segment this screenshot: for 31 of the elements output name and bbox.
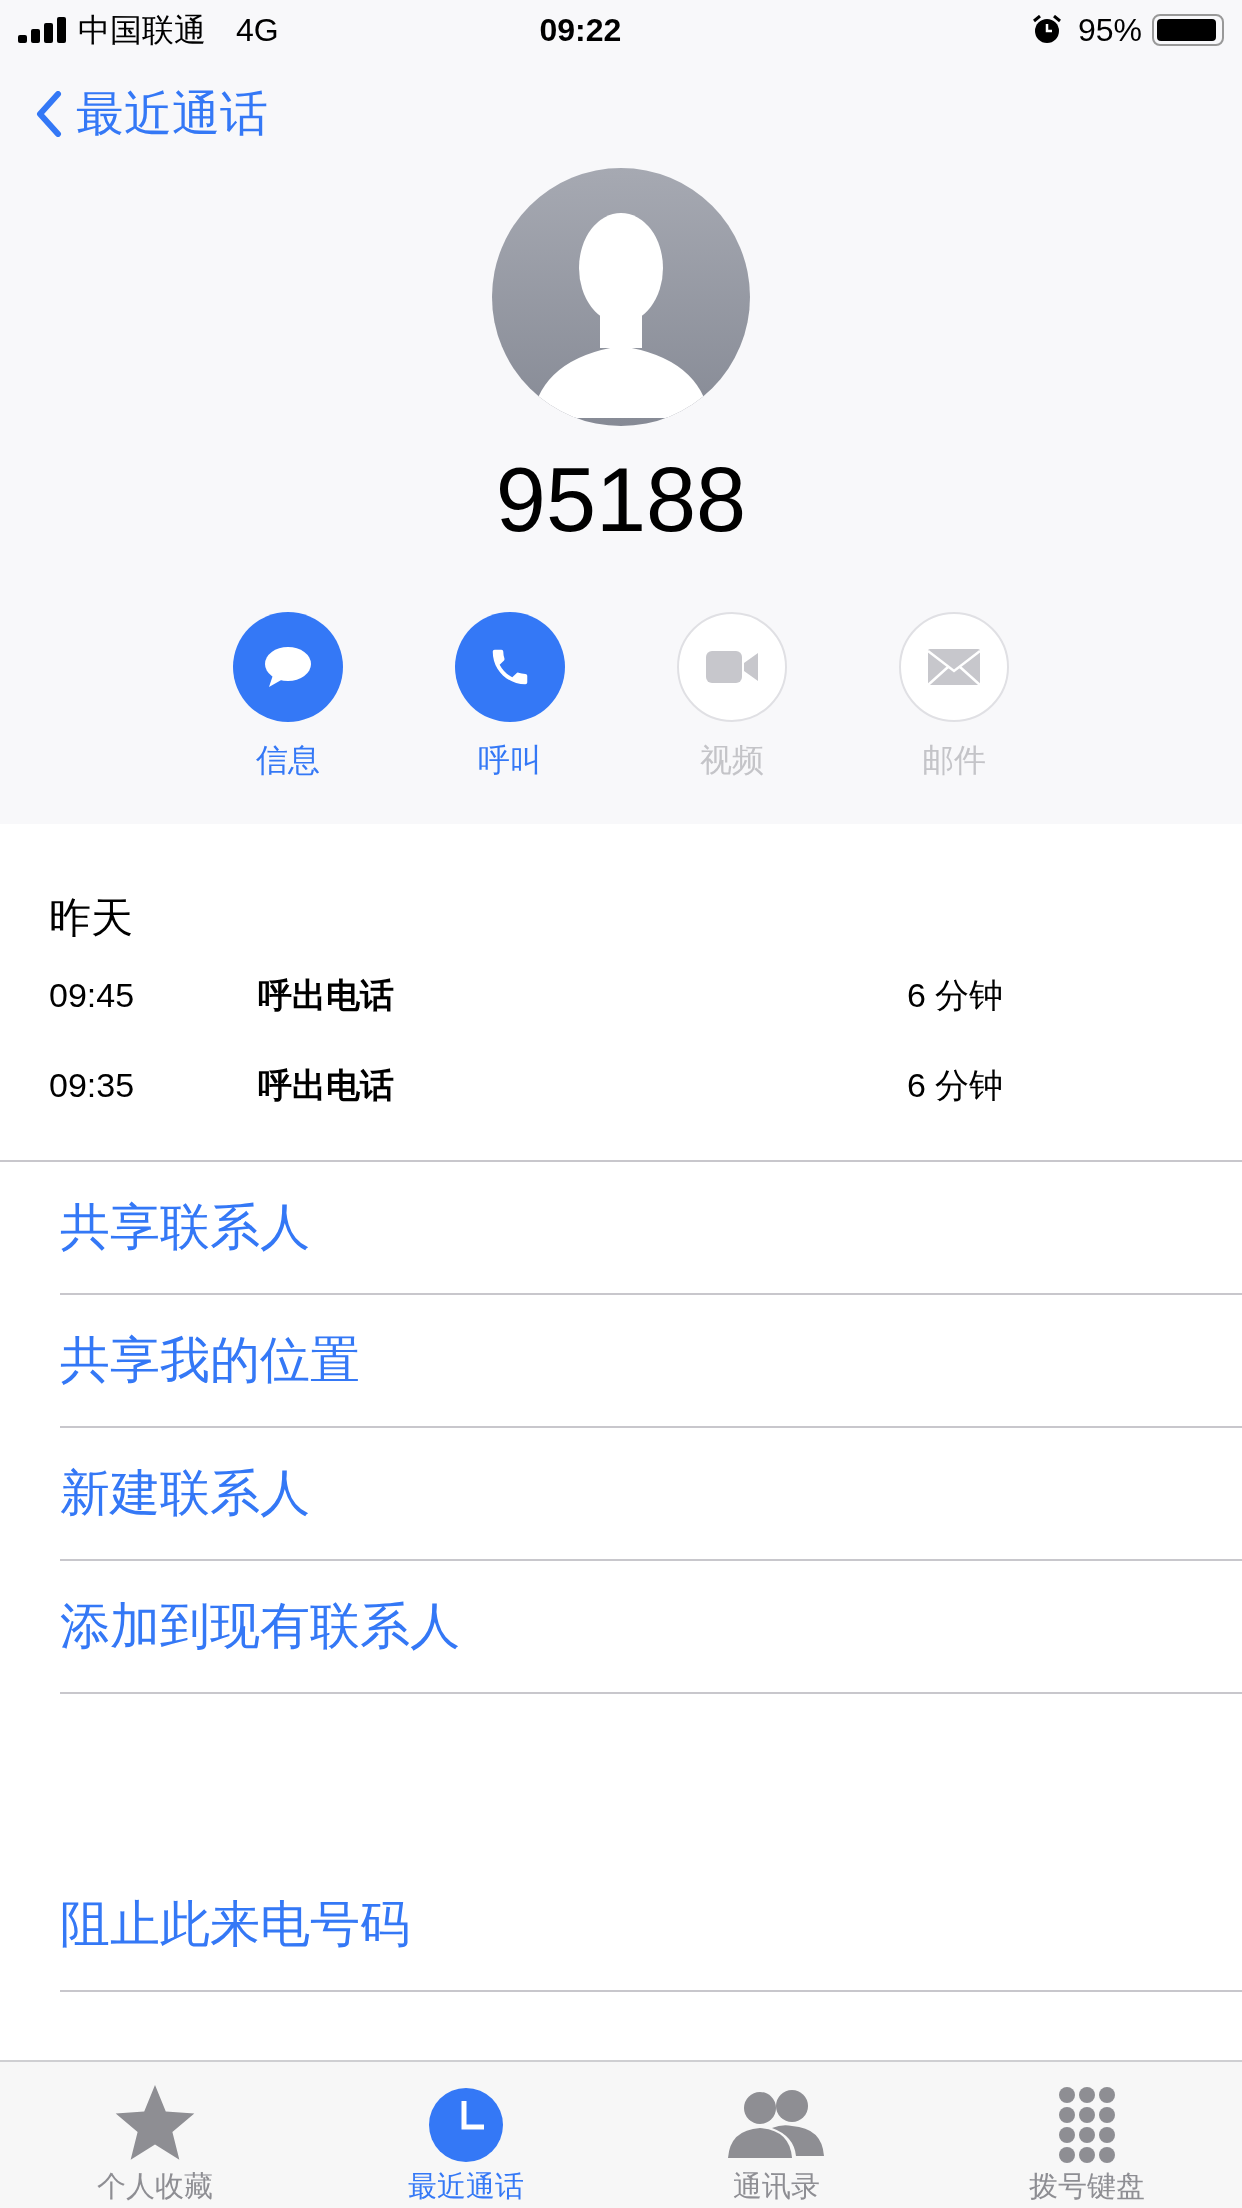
video-camera-icon (704, 649, 760, 685)
call-type: 呼出电话 (258, 1064, 395, 1106)
tab-item[interactable]: 个人收藏 (0, 2062, 311, 2208)
battery-percent: 95% (1077, 11, 1142, 50)
back-button[interactable]: 最近通话 (36, 78, 268, 150)
call-type: 呼出电话 (258, 974, 395, 1016)
tab-item[interactable]: 最近通话 (310, 2062, 621, 2208)
speech-bubble-icon (263, 645, 313, 689)
clock-icon (427, 2087, 504, 2163)
call-duration: 6 分钟 (907, 974, 1004, 1016)
keypad-icon (1056, 2086, 1117, 2164)
call-time: 09:35 (49, 1064, 136, 1106)
tab-item[interactable]: 拨号键盘 (931, 2062, 1242, 2208)
option-link[interactable]: 共享我的位置 (60, 1323, 360, 1398)
chevron-left-icon (36, 91, 62, 137)
envelope-icon (926, 647, 982, 687)
network-type: 4G (236, 11, 279, 50)
phone-number: 95188 (495, 450, 747, 550)
call-duration: 6 分钟 (907, 1064, 1004, 1106)
call-time: 09:45 (49, 974, 136, 1016)
signal-icon (18, 17, 68, 43)
option-link[interactable]: 添加到现有联系人 (60, 1589, 460, 1664)
tab-item[interactable]: 通讯录 (621, 2062, 932, 2208)
status-time: 09:22 (538, 11, 623, 50)
option-link[interactable]: 新建联系人 (60, 1456, 310, 1531)
option-link[interactable]: 共享联系人 (60, 1190, 310, 1265)
date-heading: 昨天 (49, 894, 134, 942)
carrier-name: 中国联通 (78, 11, 206, 50)
battery-icon (1152, 14, 1224, 46)
block-caller-link[interactable]: 阻止此来电号码 (60, 1887, 410, 1962)
alarm-clock-icon (1031, 15, 1062, 45)
